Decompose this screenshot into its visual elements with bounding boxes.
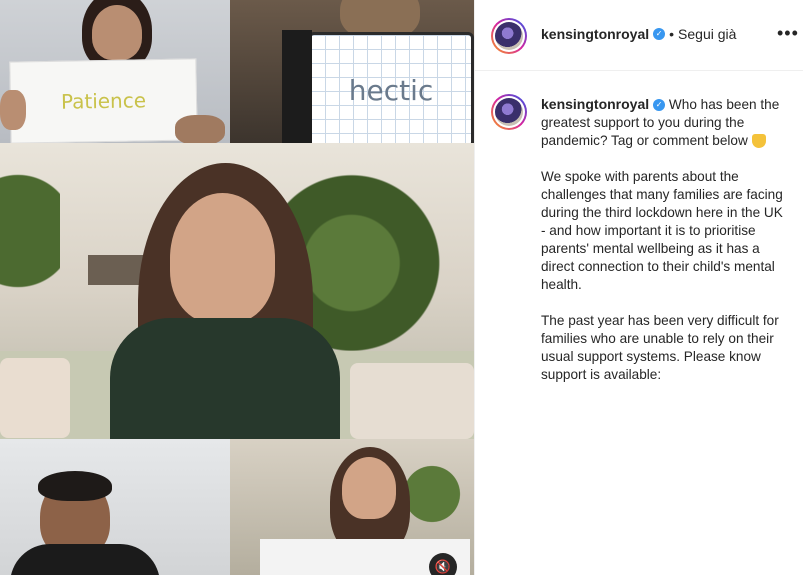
- more-options-icon[interactable]: •••: [777, 24, 799, 42]
- caption-paragraph-3: The past year has been very difficult fo…: [541, 313, 779, 382]
- speaker-sweater: [110, 318, 340, 439]
- video-tile-participant-1: Patience: [0, 0, 230, 143]
- sign-patience-text: Patience: [60, 88, 147, 114]
- video-tile-participant-4: [0, 439, 230, 575]
- caption-paragraph-2: We spoke with parents about the challeng…: [541, 169, 783, 292]
- hand-right: [175, 115, 225, 143]
- post-header: kensingtonroyal ✓ • Segui già •••: [475, 0, 803, 71]
- cushion-left: [0, 358, 70, 438]
- video-tile-participant-2: hectic: [230, 0, 474, 143]
- profile-avatar[interactable]: [491, 18, 527, 54]
- participant-face: [92, 5, 142, 60]
- pointing-down-emoji-icon: [751, 134, 766, 149]
- cushion-right: [350, 363, 474, 439]
- hand-left: [0, 90, 26, 130]
- sign-patience: Patience: [9, 58, 198, 143]
- separator-dot: •: [669, 26, 675, 42]
- volume-mute-icon: 🔇: [434, 559, 452, 574]
- chair: [282, 30, 312, 143]
- sign-hectic-text: hectic: [348, 73, 434, 107]
- username-link[interactable]: kensingtonroyal: [541, 26, 649, 42]
- whiteboard-sign: hectic: [308, 32, 474, 143]
- participant-hair: [38, 471, 112, 501]
- post-side-panel: kensingtonroyal ✓ • Segui già ••• kensin…: [474, 0, 803, 575]
- picture-frames: [88, 255, 143, 285]
- verified-badge-icon: ✓: [653, 99, 666, 112]
- follow-status-button[interactable]: Segui già: [678, 26, 736, 42]
- speaker-face: [170, 193, 275, 323]
- volume-mute-button[interactable]: 🔇: [429, 553, 457, 575]
- caption-avatar[interactable]: [491, 94, 527, 130]
- plant-left: [0, 143, 60, 363]
- post-caption: kensingtonroyal ✓ Who has been the greate…: [541, 95, 791, 402]
- caption-username-link[interactable]: kensingtonroyal: [541, 96, 649, 112]
- video-tile-main-speaker: [0, 143, 474, 439]
- post-media-video[interactable]: Patience hectic 🔇: [0, 0, 474, 575]
- participant-face: [342, 457, 396, 519]
- verified-badge-icon: ✓: [653, 28, 666, 40]
- header-row: kensingtonroyal ✓ • Segui già: [541, 26, 736, 42]
- participant-shirt: [10, 544, 160, 575]
